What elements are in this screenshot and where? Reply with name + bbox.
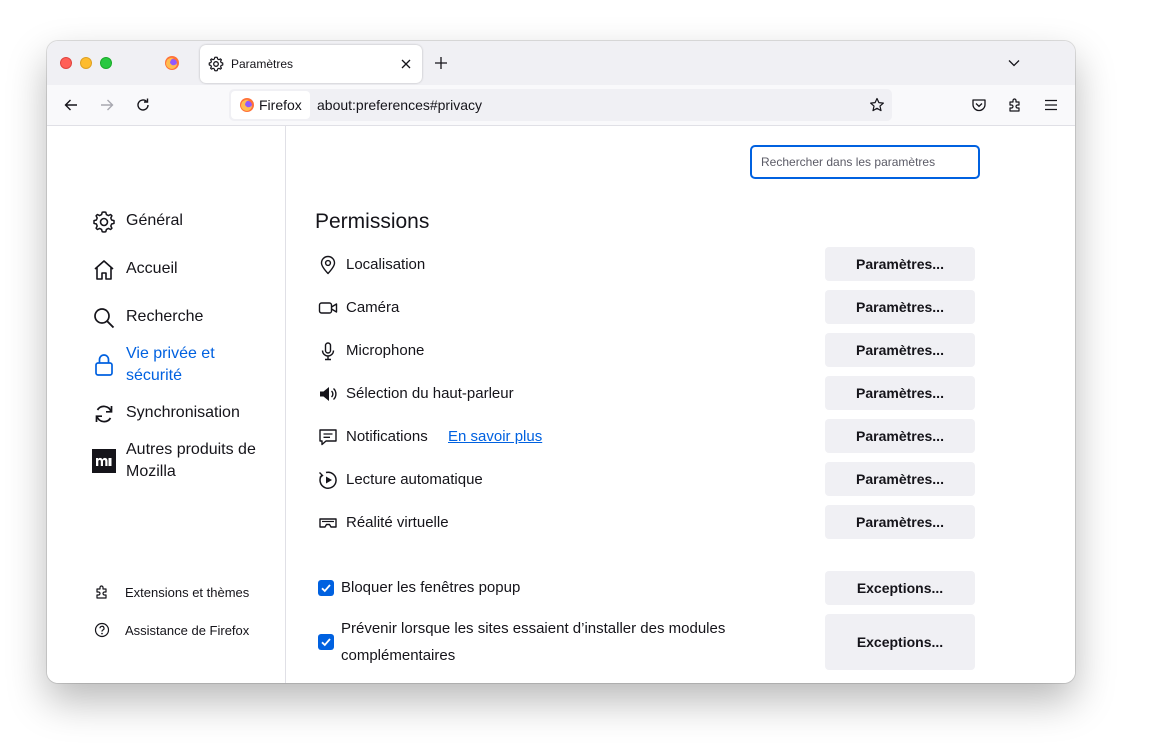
learn-more-link[interactable]: En savoir plus — [448, 428, 542, 445]
permission-label: Réalité virtuelle — [346, 514, 449, 531]
search-settings-field[interactable] — [750, 145, 980, 179]
browser-window: Paramètres Firefox about:preferences#pri… — [47, 41, 1075, 683]
sidebar-link-addons[interactable]: Extensions et thèmes — [94, 584, 249, 600]
tab-strip: Paramètres — [47, 41, 1075, 85]
sidebar-item-home[interactable]: Accueil — [92, 258, 266, 282]
reload-icon[interactable] — [135, 97, 151, 113]
extensions-puzzle-icon[interactable] — [1007, 97, 1023, 113]
sidebar-link-label: Extensions et thèmes — [125, 584, 250, 600]
mozilla-logo-icon — [92, 449, 116, 473]
identity-label: Firefox — [259, 97, 302, 113]
autoplay-settings-button[interactable]: Paramètres... — [825, 462, 975, 496]
autoplay-icon — [319, 471, 337, 489]
sidebar-item-privacy[interactable]: Vie privée et sécurité — [92, 343, 266, 387]
permission-label: Lecture automatique — [346, 471, 483, 488]
sidebar-item-label: Recherche — [126, 308, 204, 325]
firefox-logo-icon — [240, 98, 254, 112]
firefox-view-icon[interactable] — [164, 55, 180, 71]
location-icon — [320, 255, 336, 275]
microphone-settings-button[interactable]: Paramètres... — [825, 333, 975, 367]
camera-settings-button[interactable]: Paramètres... — [825, 290, 975, 324]
permissions-title: Permissions — [315, 210, 430, 233]
warn-addons-row: Prévenir lorsque les sites essaient d’in… — [318, 614, 978, 670]
vr-settings-button[interactable]: Paramètres... — [825, 505, 975, 539]
tab-settings[interactable]: Paramètres — [200, 45, 422, 83]
forward-arrow-icon[interactable] — [99, 97, 115, 113]
home-icon — [94, 260, 114, 280]
menu-hamburger-icon[interactable] — [1043, 97, 1059, 113]
addons-exceptions-button[interactable]: Exceptions... — [825, 614, 975, 670]
minimize-window-button[interactable] — [80, 57, 92, 69]
warn-addons-label: Prévenir lorsque les sites essaient d’in… — [341, 620, 726, 664]
permission-row-notifications: Notifications En savoir plus Paramètres.… — [318, 419, 978, 453]
notifications-settings-button[interactable]: Paramètres... — [825, 419, 975, 453]
search-input[interactable] — [761, 155, 969, 169]
chevron-down-icon[interactable] — [1007, 56, 1021, 70]
close-tab-button[interactable] — [398, 56, 414, 72]
sidebar-item-label: Autres produits de Mozilla — [126, 441, 256, 480]
close-icon — [401, 59, 411, 69]
sidebar-item-sync[interactable]: Synchronisation — [92, 402, 266, 426]
permission-row-camera: Caméra Paramètres... — [318, 290, 978, 324]
permission-row-autoplay: Lecture automatique Paramètres... — [318, 462, 978, 496]
puzzle-icon — [96, 585, 107, 599]
bookmark-star-icon[interactable] — [869, 97, 885, 113]
sidebar-item-search[interactable]: Recherche — [92, 306, 266, 330]
permission-label: Sélection du haut-parleur — [346, 385, 514, 402]
permission-label: Localisation — [346, 256, 426, 273]
sidebar-item-more-from-mozilla[interactable]: Autres produits de Mozilla — [92, 439, 266, 483]
block-popups-checkbox[interactable] — [318, 580, 334, 596]
lock-icon — [95, 354, 113, 376]
location-settings-button[interactable]: Paramètres... — [825, 247, 975, 281]
sidebar-item-label: Vie privée et sécurité — [126, 345, 215, 384]
checkmark-icon — [321, 584, 331, 593]
gear-icon — [93, 211, 115, 233]
preferences-content: Général Accueil Recherche Vie privée et … — [47, 126, 1075, 683]
permission-row-vr: Réalité virtuelle Paramètres... — [318, 505, 978, 539]
tab-title: Paramètres — [231, 57, 294, 71]
sidebar-item-general[interactable]: Général — [92, 210, 266, 234]
categories-sidebar: Général Accueil Recherche Vie privée et … — [47, 126, 286, 683]
permission-row-microphone: Microphone Paramètres... — [318, 333, 978, 367]
permission-label: Microphone — [346, 342, 425, 359]
permission-label: Caméra — [346, 299, 400, 316]
block-popups-row: Bloquer les fenêtres popup Exceptions... — [318, 571, 978, 605]
identity-box[interactable]: Firefox — [231, 91, 310, 119]
permission-row-speaker: Sélection du haut-parleur Paramètres... — [318, 376, 978, 410]
pocket-icon[interactable] — [971, 97, 987, 113]
sync-icon — [95, 405, 113, 423]
sidebar-item-label: Général — [126, 212, 183, 229]
close-window-button[interactable] — [60, 57, 72, 69]
speaker-settings-button[interactable]: Paramètres... — [825, 376, 975, 410]
sidebar-link-support[interactable]: Assistance de Firefox — [94, 622, 249, 638]
warn-addons-checkbox[interactable] — [318, 634, 334, 650]
camera-icon — [318, 302, 338, 314]
new-tab-button[interactable] — [433, 55, 449, 71]
url-bar[interactable]: Firefox about:preferences#privacy — [229, 89, 892, 121]
url-text[interactable]: about:preferences#privacy — [317, 97, 482, 113]
microphone-icon — [321, 342, 335, 361]
popup-exceptions-button[interactable]: Exceptions... — [825, 571, 975, 605]
navigation-toolbar: Firefox about:preferences#privacy — [47, 85, 1075, 126]
permission-row-location: Localisation Paramètres... — [318, 247, 978, 281]
help-icon — [94, 622, 110, 638]
permission-label: Notifications — [346, 428, 428, 445]
speaker-icon — [320, 387, 337, 401]
checkmark-icon — [321, 638, 331, 647]
sidebar-item-label: Synchronisation — [126, 404, 240, 421]
vr-icon — [319, 518, 337, 528]
gear-icon — [208, 56, 224, 72]
zoom-window-button[interactable] — [100, 57, 112, 69]
back-arrow-icon[interactable] — [63, 97, 79, 113]
notification-icon — [319, 429, 337, 446]
sidebar-item-label: Accueil — [126, 260, 178, 277]
search-icon — [94, 308, 115, 329]
block-popups-label: Bloquer les fenêtres popup — [341, 579, 521, 596]
sidebar-link-label: Assistance de Firefox — [125, 622, 250, 638]
